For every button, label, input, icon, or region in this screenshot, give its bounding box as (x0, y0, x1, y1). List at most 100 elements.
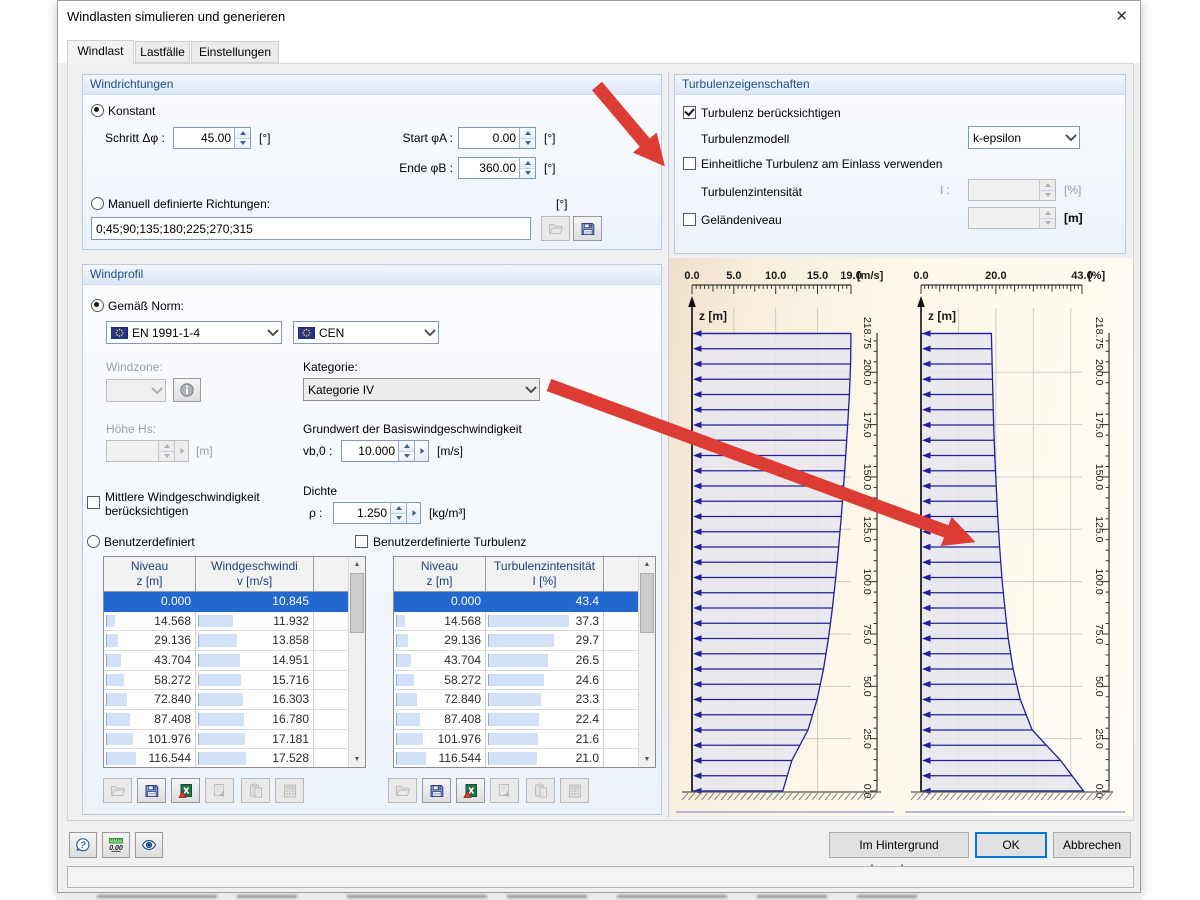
excel-export-button[interactable] (171, 778, 200, 803)
windzone-combo[interactable] (106, 379, 166, 402)
niveau-cell[interactable]: 0.000 (104, 592, 196, 612)
table-row[interactable]: 116.544 21.0 (394, 749, 639, 767)
value-cell[interactable]: 37.3 (486, 611, 604, 632)
value-cell[interactable]: 14.951 (196, 650, 314, 671)
table-row[interactable]: 0.000 43.4 (394, 592, 639, 612)
niveau-cell[interactable]: 72.840 (104, 690, 196, 710)
save-button[interactable] (137, 778, 166, 803)
ende-field[interactable]: 360.00 (458, 157, 536, 179)
gelaendeniveau-field[interactable] (968, 207, 1056, 229)
tab-lastfaelle[interactable]: Lastfälle (135, 41, 190, 63)
value-cell[interactable]: 15.716 (196, 670, 314, 691)
table-row[interactable]: 0.000 10.845 (104, 592, 349, 612)
table-row[interactable]: 87.408 16.780 (104, 709, 349, 730)
excel-export-button[interactable] (456, 778, 485, 803)
niveau-cell[interactable]: 116.544 (104, 749, 196, 767)
units-button[interactable] (102, 832, 130, 858)
save-directions-button[interactable] (573, 216, 602, 241)
table-row[interactable]: 72.840 23.3 (394, 690, 639, 710)
vb0-spinner[interactable] (398, 441, 414, 461)
benutzerdef-turbulenz-checkbox[interactable] (355, 535, 368, 548)
empty-cell[interactable] (314, 592, 349, 612)
schritt-field[interactable]: 45.00 (173, 127, 251, 149)
velocity-table-col2-header[interactable]: Windgeschwindi v [m/s] (196, 557, 314, 592)
tab-einstellungen[interactable]: Einstellungen (191, 41, 279, 63)
value-cell[interactable]: 43.4 (486, 592, 604, 612)
niveau-cell[interactable]: 29.136 (104, 631, 196, 651)
windzone-info-button[interactable] (173, 378, 201, 402)
calculator-button[interactable] (560, 778, 589, 803)
table-row[interactable]: 14.568 37.3 (394, 611, 639, 632)
open-directions-button[interactable] (541, 216, 570, 241)
ground-spinner[interactable] (1039, 208, 1055, 228)
manuell-directions-input[interactable]: 0;45;90;135;180;225;270;315 (91, 217, 531, 240)
table-row[interactable]: 101.976 21.6 (394, 729, 639, 750)
empty-cell[interactable] (314, 690, 349, 710)
empty-cell[interactable] (604, 690, 639, 710)
table-row[interactable]: 29.136 13.858 (104, 631, 349, 651)
clipboard-button[interactable] (526, 778, 555, 803)
empty-cell[interactable] (604, 730, 639, 750)
hoehe-field[interactable] (106, 440, 189, 462)
niveau-cell[interactable]: 87.408 (104, 709, 196, 730)
ende-spinner[interactable] (519, 158, 535, 178)
konstant-radio[interactable] (91, 104, 104, 117)
value-cell[interactable]: 11.932 (196, 611, 314, 632)
manuell-radio[interactable] (91, 197, 104, 210)
value-cell[interactable]: 17.181 (196, 729, 314, 750)
turbulence-table-col1-header[interactable]: Niveau z [m] (394, 557, 486, 592)
norm-combo[interactable]: EN 1991-1-4 (106, 321, 282, 344)
empty-cell[interactable] (604, 592, 639, 612)
table-row[interactable]: 87.408 22.4 (394, 709, 639, 730)
niveau-cell[interactable]: 0.000 (394, 592, 486, 612)
turbulenzintensitaet-field[interactable] (968, 179, 1056, 201)
value-cell[interactable]: 21.0 (486, 749, 604, 767)
rho-detail-arrow-icon[interactable] (406, 503, 420, 523)
hoehe-spinner[interactable] (158, 441, 174, 461)
open-button[interactable] (388, 778, 417, 803)
table-row[interactable]: 29.136 29.7 (394, 631, 639, 651)
save-button[interactable] (422, 778, 451, 803)
calculator-button[interactable] (275, 778, 304, 803)
empty-cell[interactable] (604, 671, 639, 691)
empty-cell[interactable] (314, 710, 349, 730)
niveau-cell[interactable]: 58.272 (394, 670, 486, 691)
rho-field[interactable]: 1.250 (333, 502, 421, 524)
einheitliche-turbulenz-checkbox[interactable] (683, 157, 696, 170)
open-button[interactable] (103, 778, 132, 803)
turbulenzmodell-combo[interactable]: k-epsilon (968, 126, 1080, 149)
help-button[interactable] (69, 832, 97, 858)
table-row[interactable]: 43.704 14.951 (104, 650, 349, 671)
value-cell[interactable]: 26.5 (486, 650, 604, 671)
niveau-cell[interactable]: 29.136 (394, 631, 486, 651)
value-cell[interactable]: 22.4 (486, 709, 604, 730)
velocity-table-col1-header[interactable]: Niveau z [m] (104, 557, 196, 592)
ok-button[interactable]: OK (975, 832, 1047, 858)
value-cell[interactable]: 16.780 (196, 709, 314, 730)
gelaendeniveau-checkbox[interactable] (683, 213, 696, 226)
scroll-down-icon[interactable]: ▼ (349, 752, 365, 767)
empty-cell[interactable] (314, 749, 349, 767)
empty-cell[interactable] (604, 710, 639, 730)
empty-cell[interactable] (314, 631, 349, 651)
excel-import-button[interactable] (205, 778, 234, 803)
table-row[interactable]: 58.272 15.716 (104, 670, 349, 691)
table-row[interactable]: 43.704 26.5 (394, 650, 639, 671)
hoehe-detail-arrow-icon[interactable] (174, 441, 188, 461)
value-cell[interactable]: 23.3 (486, 690, 604, 710)
table-row[interactable]: 14.568 11.932 (104, 611, 349, 632)
niveau-cell[interactable]: 72.840 (394, 690, 486, 710)
scroll-up-icon[interactable]: ▲ (349, 557, 365, 572)
table-row[interactable]: 116.544 17.528 (104, 749, 349, 767)
vb0-field[interactable]: 10.000 (341, 440, 429, 462)
empty-cell[interactable] (604, 631, 639, 651)
excel-import-button[interactable] (490, 778, 519, 803)
turbulence-table-scrollbar[interactable]: ▲ ▼ (638, 557, 655, 767)
empty-cell[interactable] (604, 612, 639, 632)
scroll-thumb[interactable] (350, 573, 364, 633)
table-row[interactable]: 72.840 16.303 (104, 690, 349, 710)
value-cell[interactable]: 21.6 (486, 729, 604, 750)
turbulence-table-col2-header[interactable]: Turbulenzintensität I [%] (486, 557, 604, 592)
empty-cell[interactable] (314, 612, 349, 632)
value-cell[interactable]: 16.303 (196, 690, 314, 710)
